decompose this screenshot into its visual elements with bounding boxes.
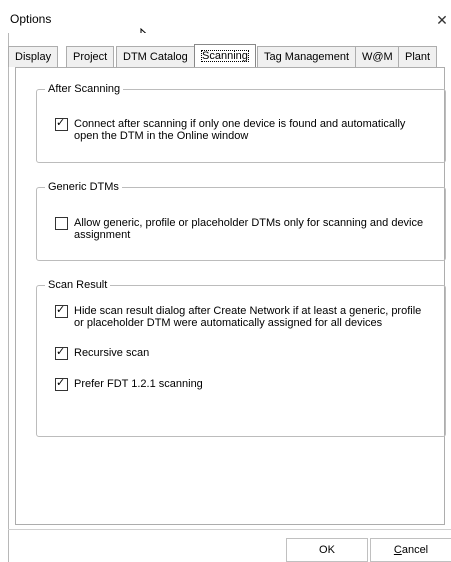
cancel-button[interactable]: Cancel [370, 538, 451, 562]
title-bar: Options ✕ [0, 0, 451, 33]
tab-wam[interactable]: W@M [355, 46, 400, 67]
option-label-line2: open the DTM in the Online window [74, 130, 249, 142]
checkbox-connect-after-scanning[interactable]: Connect after scanning if only one devic… [55, 116, 406, 142]
option-label-line2: or placeholder DTM were automatically as… [74, 317, 383, 329]
option-label-line1: Hide scan result dialog after Create Net… [74, 305, 422, 317]
checkbox-allow-generic-dtms[interactable]: Allow generic, profile or placeholder DT… [55, 217, 423, 241]
window-title: Options [10, 12, 52, 26]
tab-plant[interactable]: Plant [398, 46, 438, 67]
group-legend: After Scanning [48, 83, 121, 95]
tab-project[interactable]: Project [66, 46, 115, 67]
option-label: Prefer FDT 1.2.1 scanning [74, 378, 203, 390]
tab-dtm-catalog[interactable]: DTM Catalog [116, 46, 195, 67]
option-label-line1: Connect after scanning if only one devic… [74, 118, 406, 130]
option-label-line1: Allow generic, profile or placeholder DT… [74, 217, 424, 229]
tab-display[interactable]: Display [8, 46, 59, 67]
option-label-line2: assignment [74, 229, 131, 241]
checkbox-prefer-fdt-scanning[interactable]: Prefer FDT 1.2.1 scanning [55, 376, 203, 391]
checkbox-checked[interactable] [55, 345, 68, 360]
tab-tag-management[interactable]: Tag Management [257, 46, 356, 67]
button-separator [8, 529, 451, 530]
checkbox-checked[interactable] [55, 116, 68, 131]
group-legend: Scan Result [48, 279, 108, 291]
checkbox-unchecked[interactable] [55, 217, 68, 230]
checkbox-checked[interactable] [55, 376, 68, 391]
ok-button[interactable]: OK [286, 538, 368, 562]
checkbox-checked[interactable] [55, 303, 68, 318]
option-label: Recursive scan [74, 347, 150, 359]
group-legend: Generic DTMs [48, 181, 119, 193]
checkbox-hide-scan-result-dialog[interactable]: Hide scan result dialog after Create Net… [55, 303, 422, 329]
tab-scanning[interactable]: Scanning [194, 44, 256, 67]
checkbox-recursive-scan[interactable]: Recursive scan [55, 345, 150, 360]
scanning-tab-page: After Scanning Connect after scanning if… [15, 67, 446, 525]
close-icon[interactable]: ✕ [433, 11, 451, 29]
